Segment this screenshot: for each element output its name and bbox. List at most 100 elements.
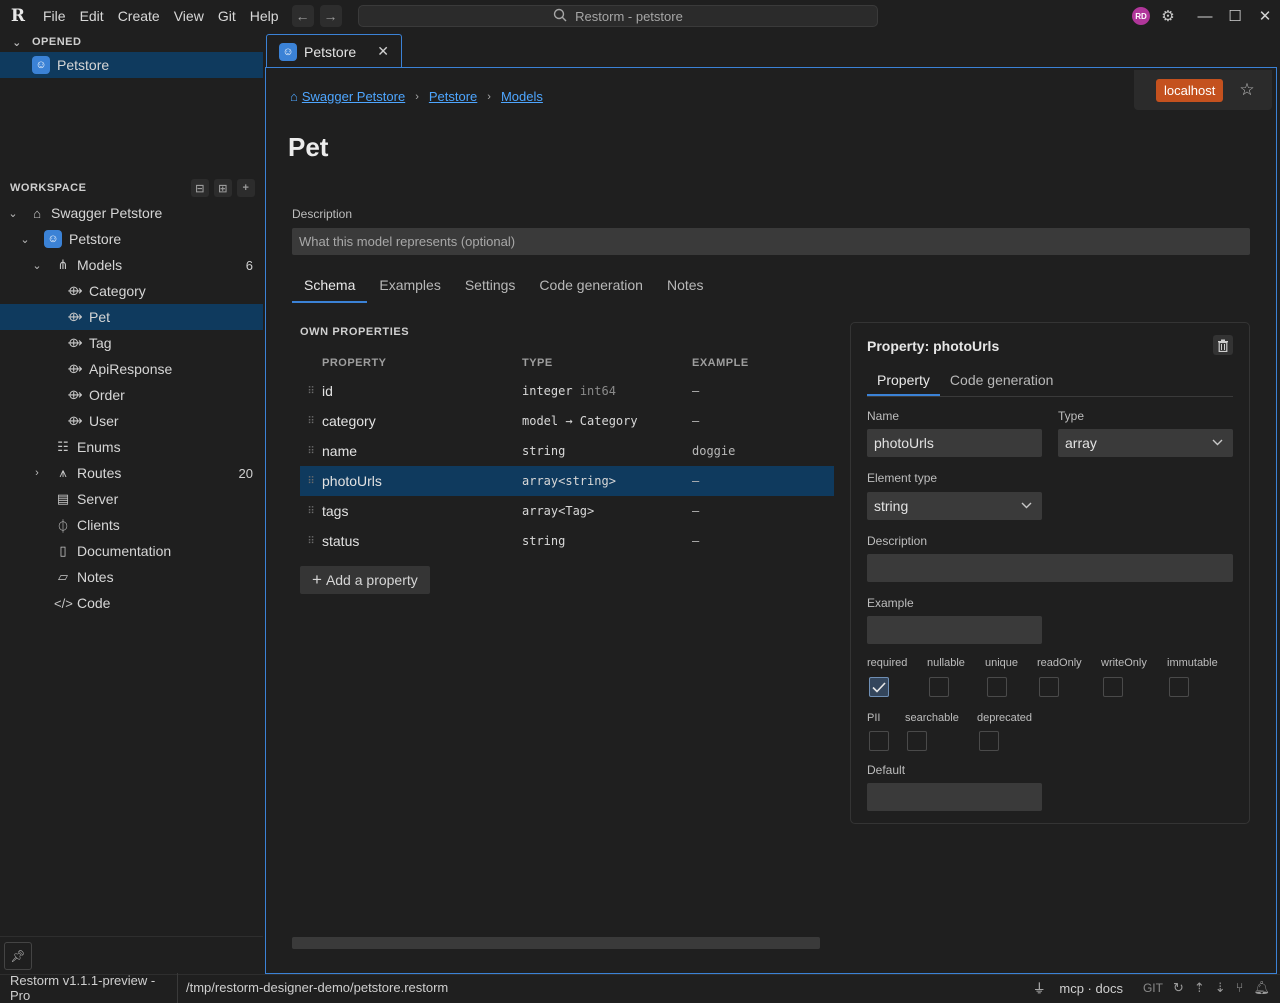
opened-item-petstore[interactable]: ☺ Petstore [0, 52, 263, 78]
maximize-icon[interactable]: ☐ [1220, 7, 1250, 25]
mcp-indicator[interactable]: ⏚ mcp · docs [1033, 978, 1133, 997]
tree-model-apiresponse[interactable]: ⟴ ApiResponse [0, 356, 263, 382]
bell-icon[interactable]: 🔔︎ [1253, 980, 1270, 996]
element-type-select[interactable]: string [867, 492, 1042, 520]
tree-model-category[interactable]: ⟴ Category [0, 278, 263, 304]
back-arrow-icon[interactable]: ← [291, 5, 314, 27]
tree-project[interactable]: ⌄ ☺ Petstore [0, 226, 263, 252]
push-icon[interactable]: ⇡ [1194, 980, 1205, 996]
drag-handle-icon[interactable]: ⠿ [300, 536, 322, 547]
tree-models[interactable]: ⌄ ⋔ Models 6 [0, 252, 263, 278]
menu-edit[interactable]: Edit [73, 0, 111, 32]
table-row[interactable]: ⠿ photoUrls array<string> – [300, 466, 834, 496]
tab-examples[interactable]: Examples [367, 273, 452, 303]
example-field[interactable] [867, 616, 1042, 644]
property-type: array<Tag> [522, 504, 595, 518]
tree-model-pet[interactable]: ⟴ Pet [0, 304, 263, 330]
tree-notes[interactable]: ▱ Notes [0, 564, 263, 590]
drag-handle-icon[interactable]: ⠿ [300, 506, 322, 517]
command-search-box[interactable]: Restorm - petstore [358, 5, 878, 27]
expand-all-icon[interactable]: ⊞ [214, 179, 232, 197]
close-window-icon[interactable]: ✕ [1250, 7, 1280, 25]
table-row[interactable]: ⠿ tags array<Tag> – [300, 496, 834, 526]
property-name: id [322, 383, 333, 399]
menu-git[interactable]: Git [211, 0, 243, 32]
model-icon: ⟴ [67, 309, 83, 324]
property-panel-title: Property: photoUrls [867, 338, 1000, 354]
tree-model-order[interactable]: ⟴ Order [0, 382, 263, 408]
horizontal-scrollbar[interactable] [292, 937, 820, 949]
tree-code[interactable]: </> Code [0, 590, 263, 616]
tree-routes[interactable]: › ⩚ Routes 20 [0, 460, 263, 486]
tree-enums[interactable]: ☷ Enums [0, 434, 263, 460]
table-row[interactable]: ⠿ id integer int64 – [300, 376, 834, 406]
required-checkbox[interactable] [869, 677, 889, 697]
opened-section-header[interactable]: ⌄ OPENED [0, 32, 263, 52]
add-property-button[interactable]: + Add a property [300, 566, 430, 594]
table-row[interactable]: ⠿ name string doggie [300, 436, 834, 466]
type-label: Type [1058, 409, 1085, 423]
tab-property[interactable]: Property [867, 365, 940, 396]
tab-code-generation[interactable]: Code generation [527, 273, 655, 303]
tree-model-label: Pet [89, 309, 111, 325]
project-icon: ☺ [32, 56, 50, 74]
tree-model-user[interactable]: ⟴ User [0, 408, 263, 434]
tab-settings[interactable]: Settings [453, 273, 528, 303]
table-row[interactable]: ⠿ status string – [300, 526, 834, 556]
table-row[interactable]: ⠿ category model → Category – [300, 406, 834, 436]
tab-petstore[interactable]: ☺ Petstore ✕ [266, 34, 402, 68]
own-properties-header: OWN PROPERTIES [300, 326, 410, 338]
menu-file[interactable]: File [36, 0, 73, 32]
description-input[interactable] [292, 228, 1250, 255]
menu-view[interactable]: View [167, 0, 211, 32]
tab-notes[interactable]: Notes [655, 273, 716, 303]
drag-handle-icon[interactable]: ⠿ [300, 386, 322, 397]
tree-server[interactable]: ▤ Server [0, 486, 263, 512]
server-button[interactable]: localhost [1156, 78, 1224, 102]
writeonly-checkbox[interactable] [1103, 677, 1123, 697]
breadcrumb-workspace[interactable]: Swagger Petstore [302, 89, 405, 104]
breadcrumb-models[interactable]: Models [501, 89, 543, 104]
deprecated-checkbox[interactable] [979, 731, 999, 751]
drag-handle-icon[interactable]: ⠿ [300, 416, 322, 427]
minimize-icon[interactable]: — [1190, 8, 1220, 25]
pin-icon[interactable]: 📌︎ [4, 942, 32, 970]
tree-root[interactable]: ⌄ ⌂ Swagger Petstore [0, 200, 263, 226]
tree-documentation[interactable]: ▯ Documentation [0, 538, 263, 564]
tree-clients[interactable]: ⏀ Clients [0, 512, 263, 538]
pii-checkbox[interactable] [869, 731, 889, 751]
branch-icon[interactable]: ⑂ [1236, 980, 1244, 995]
menu-help[interactable]: Help [243, 0, 286, 32]
default-field[interactable] [867, 783, 1042, 811]
immutable-checkbox[interactable] [1169, 677, 1189, 697]
close-icon[interactable]: ✕ [377, 43, 389, 60]
name-field[interactable]: photoUrls [867, 429, 1042, 457]
breadcrumb-project[interactable]: Petstore [429, 89, 477, 104]
unique-checkbox[interactable] [987, 677, 1007, 697]
refresh-icon[interactable]: ↻ [1173, 980, 1184, 996]
nullable-checkbox[interactable] [929, 677, 949, 697]
tab-schema[interactable]: Schema [292, 273, 368, 303]
property-description-field[interactable] [867, 554, 1233, 582]
trash-icon[interactable] [1213, 335, 1233, 355]
workspace-section-header: WORKSPACE ⊟ ⊞ + [0, 178, 263, 198]
star-icon[interactable]: ☆ [1239, 80, 1254, 100]
menu-create[interactable]: Create [111, 0, 167, 32]
models-count: 6 [245, 257, 253, 273]
readonly-checkbox[interactable] [1039, 677, 1059, 697]
type-select[interactable]: array [1058, 429, 1233, 457]
collapse-all-icon[interactable]: ⊟ [191, 179, 209, 197]
tree-model-tag[interactable]: ⟴ Tag [0, 330, 263, 356]
avatar[interactable]: RD [1132, 7, 1150, 25]
column-example: EXAMPLE [692, 357, 749, 369]
add-icon[interactable]: + [237, 179, 255, 197]
pull-icon[interactable]: ⇣ [1215, 980, 1226, 996]
property-name: category [322, 413, 376, 429]
drag-handle-icon[interactable]: ⠿ [300, 446, 322, 457]
searchable-checkbox[interactable] [907, 731, 927, 751]
tab-property-code-generation[interactable]: Code generation [940, 365, 1064, 396]
model-icon: ⟴ [67, 413, 83, 428]
forward-arrow-icon[interactable]: → [319, 5, 342, 27]
drag-handle-icon[interactable]: ⠿ [300, 476, 322, 487]
gear-icon[interactable]: ⚙ [1158, 7, 1178, 25]
